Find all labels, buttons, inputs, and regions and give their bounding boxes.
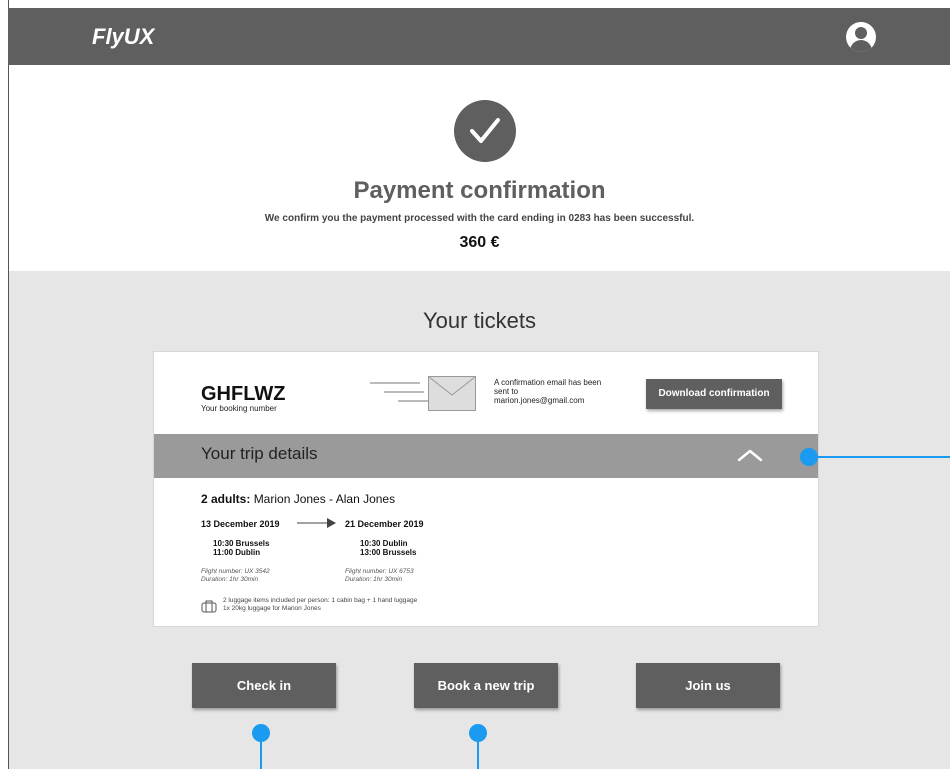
annotation-marker xyxy=(252,724,270,742)
payment-amount: 360 € xyxy=(459,234,500,251)
avatar-body xyxy=(850,40,872,52)
checkmark-icon xyxy=(454,100,516,162)
outbound-date: 13 December 2019 xyxy=(201,519,280,529)
return-times: 10:30 Dublin 13:00 Brussels xyxy=(360,539,416,557)
logo[interactable]: FlyUX xyxy=(92,24,154,50)
email-sent-text: A confirmation email has been sent to ma… xyxy=(494,378,602,405)
tickets-title: Your tickets xyxy=(423,308,536,333)
chevron-up-icon[interactable] xyxy=(737,448,763,462)
trip-details-header[interactable]: Your trip details xyxy=(154,434,818,478)
outbound-flight-number: Flight number: UX 3542 xyxy=(201,568,270,575)
check-in-button[interactable]: Check in xyxy=(192,663,336,708)
book-new-trip-button[interactable]: Book a new trip xyxy=(414,663,558,708)
return-duration: Duration: 1hr 30min xyxy=(345,576,403,583)
outbound-times: 10:30 Brussels 11:00 Dublin xyxy=(213,539,269,557)
luggage-extra: 1x 20kg luggage for Marion Jones xyxy=(223,605,321,612)
return-flight-info: Flight number: UX 6753 Duration: 1hr 30m… xyxy=(345,568,414,584)
page-frame: FlyUX Payment confirmation We confirm yo… xyxy=(0,0,950,769)
arrow-right-icon xyxy=(297,518,336,528)
return-arrive: 13:00 Brussels xyxy=(360,548,417,557)
return-date: 21 December 2019 xyxy=(345,519,424,529)
passengers-names: Marion Jones - Alan Jones xyxy=(253,492,396,506)
trip-details-title: Your trip details xyxy=(201,444,318,463)
passengers-label: 2 adults: xyxy=(201,492,251,506)
join-us-button[interactable]: Join us xyxy=(636,663,780,708)
return-flight-number: Flight number: UX 6753 xyxy=(345,568,414,575)
booking-code: GHFLWZ xyxy=(201,383,286,405)
annotation-marker xyxy=(800,448,818,466)
download-confirmation-button[interactable]: Download confirmation xyxy=(646,379,782,409)
ticket-card: GHFLWZ Your booking number A confirmatio… xyxy=(153,351,819,627)
outbound-duration: Duration: 1hr 30min xyxy=(201,576,259,583)
user-avatar-icon[interactable] xyxy=(846,22,876,52)
booking-label: Your booking number xyxy=(201,404,277,413)
luggage-icon xyxy=(201,600,217,613)
confirmation-title: Payment confirmation xyxy=(353,177,606,204)
payment-confirmation-section: Payment confirmation We confirm you the … xyxy=(9,65,950,271)
tickets-section: Your tickets GHFLWZ Your booking number … xyxy=(9,271,950,769)
passengers: 2 adults: Marion Jones - Alan Jones xyxy=(201,492,395,506)
annotation-marker xyxy=(469,724,487,742)
return-depart: 10:30 Dublin xyxy=(360,539,408,548)
top-nav-bar: FlyUX xyxy=(8,8,950,65)
envelope-icon xyxy=(428,376,476,411)
luggage-info: 2 luggage items included per person: 1 c… xyxy=(223,597,417,613)
annotation-line xyxy=(811,456,950,458)
outbound-arrive: 11:00 Dublin xyxy=(213,548,261,557)
outbound-flight-info: Flight number: UX 3542 Duration: 1hr 30m… xyxy=(201,568,270,584)
confirmation-message: We confirm you the payment processed wit… xyxy=(264,213,695,224)
outbound-depart: 10:30 Brussels xyxy=(213,539,270,548)
luggage-allowance: 2 luggage items included per person: 1 c… xyxy=(223,597,418,604)
avatar-head xyxy=(855,27,867,39)
